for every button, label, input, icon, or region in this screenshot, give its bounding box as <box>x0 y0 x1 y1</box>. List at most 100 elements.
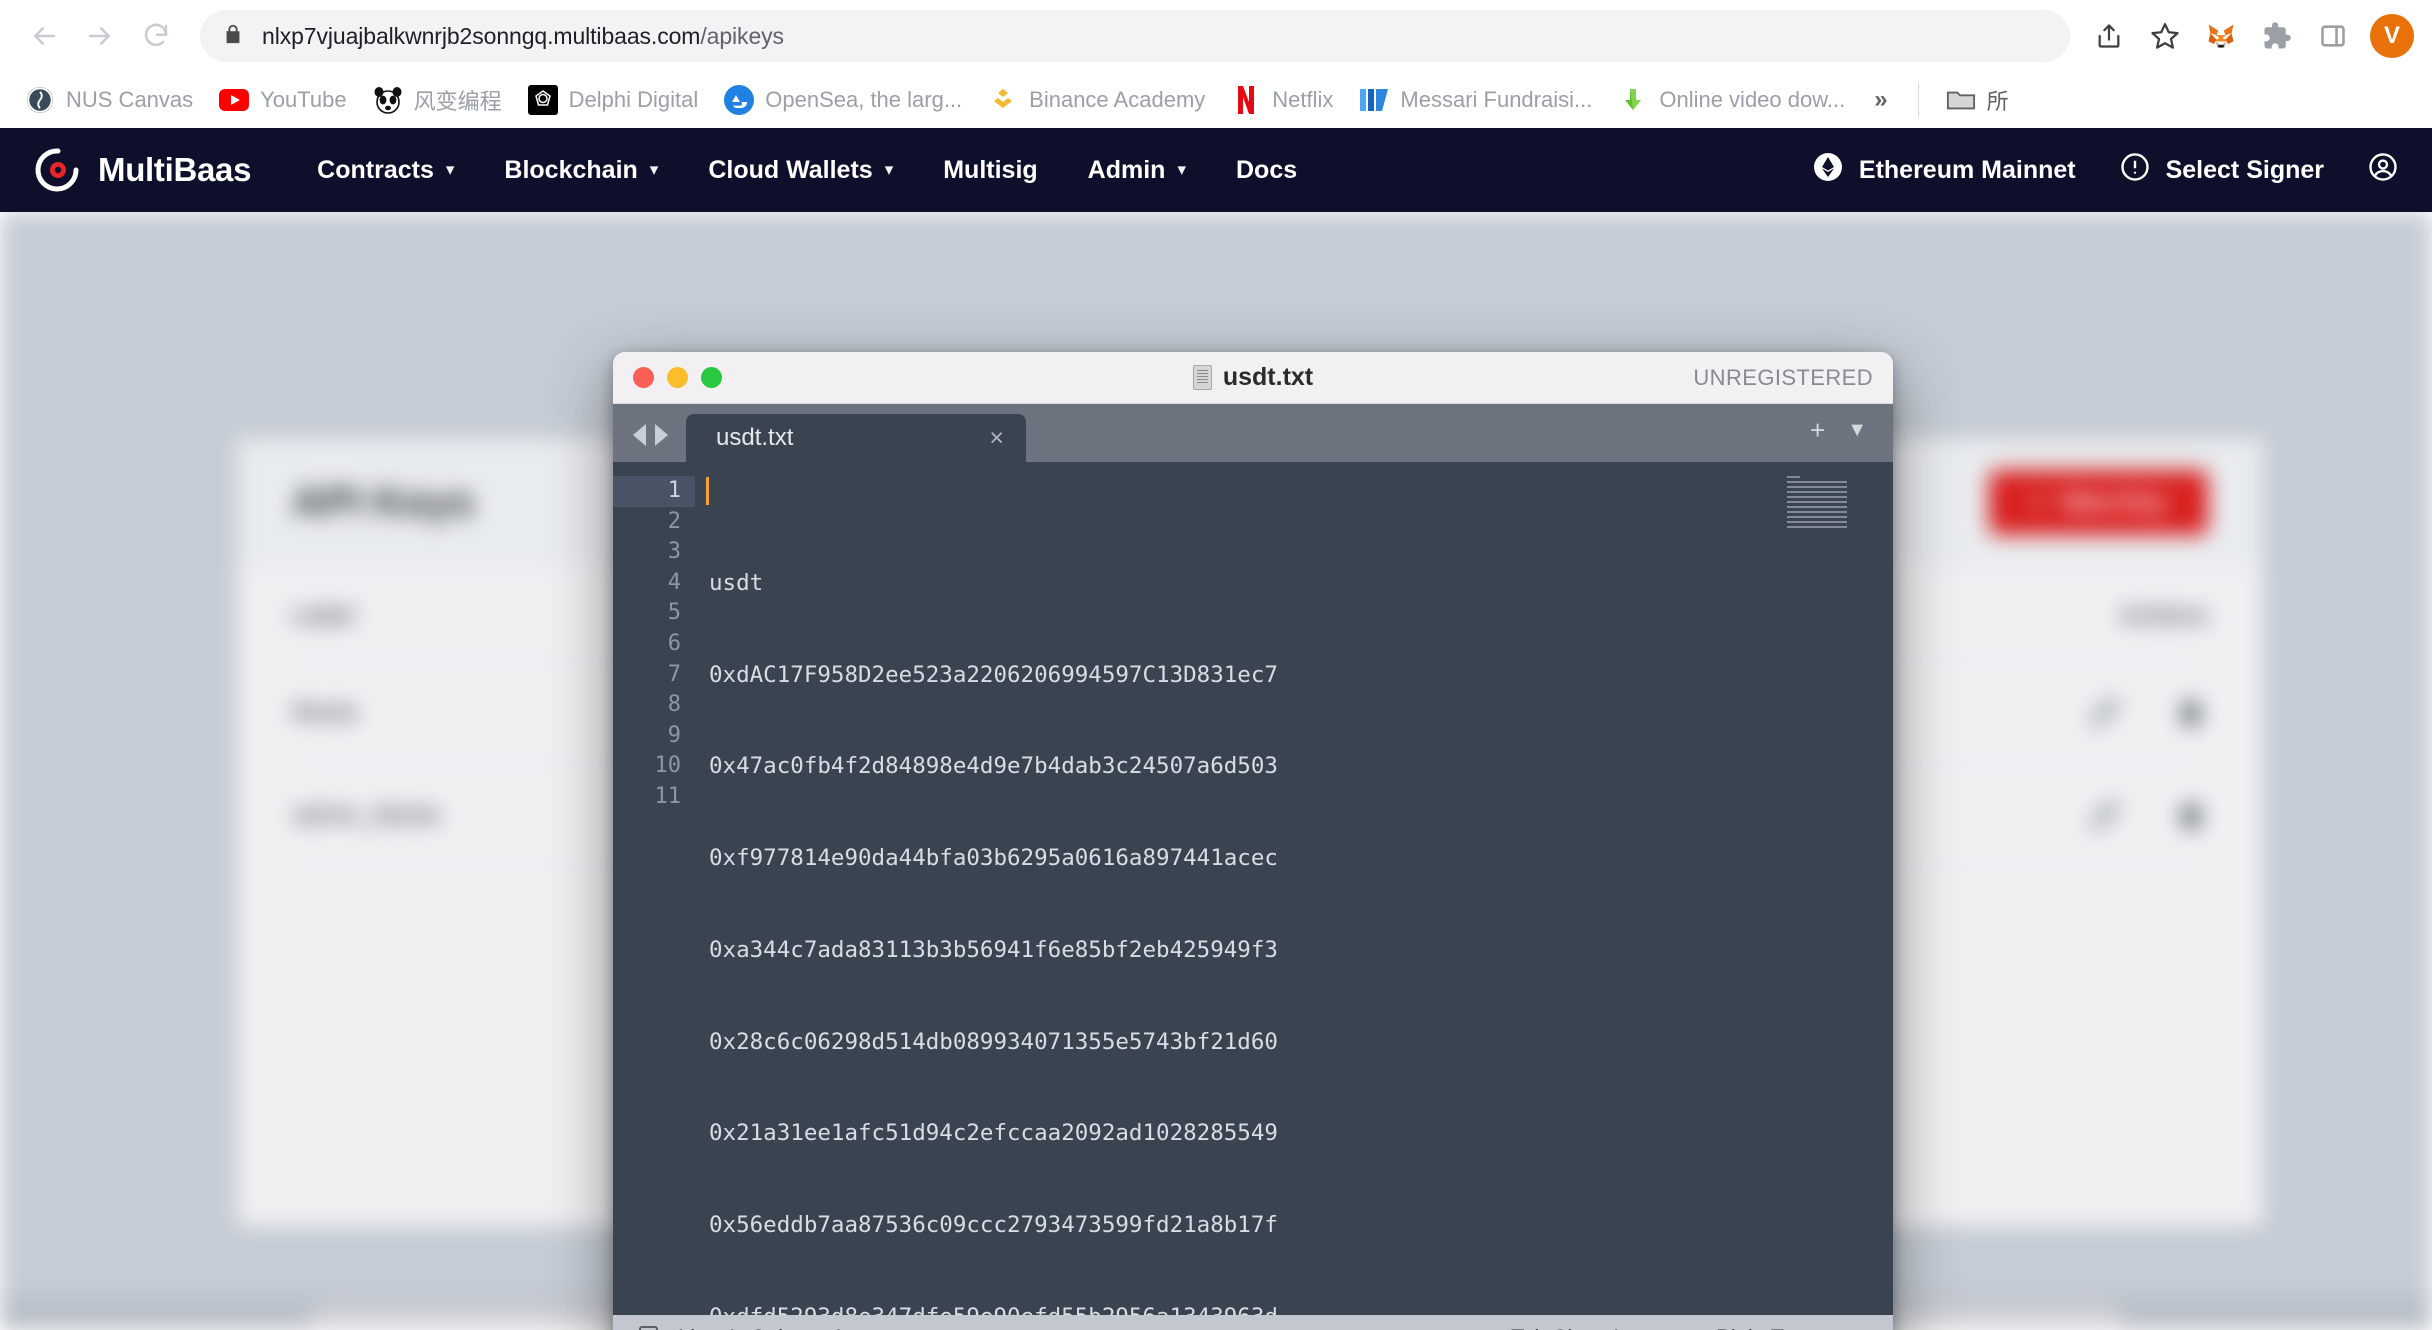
tab-size-setting[interactable]: Tab Size: 4 <box>1511 1325 1620 1330</box>
new-key-button[interactable]: + New Key <box>1989 469 2208 535</box>
tabbar-right-controls: + ▼ <box>1810 415 1893 462</box>
tab-navigation-arrows[interactable] <box>613 424 686 462</box>
code-line: 0x21a31ee1afc51d94c2efccaa2092ad10282855… <box>709 1120 1278 1147</box>
text-document-icon <box>1192 365 1212 390</box>
chevron-down-icon: ▾ <box>445 160 455 179</box>
bookmarks-overflow-button[interactable]: » <box>1860 82 1901 118</box>
puzzle-piece-icon[interactable] <box>2252 11 2302 61</box>
tab-next-arrow-icon[interactable] <box>655 424 668 446</box>
window-controls <box>633 367 722 388</box>
line-number: 3 <box>667 539 681 565</box>
line-number: 7 <box>667 661 681 687</box>
row-actions <box>1998 695 2208 729</box>
sublime-titlebar[interactable]: usdt.txt UNREGISTERED <box>613 352 1893 404</box>
bookmark-label: Online video dow... <box>1659 86 1846 112</box>
bookmark-label: 风变编程 <box>413 88 502 114</box>
maximize-window-button[interactable] <box>701 367 722 388</box>
plus-icon: + <box>2031 487 2046 516</box>
new-tab-icon[interactable]: + <box>1810 415 1825 446</box>
nav-item-blockchain[interactable]: Blockchain ▾ <box>504 156 658 185</box>
page-viewport: MultiBaas Contracts ▾ Blockchain ▾ Cloud W… <box>0 128 2432 1330</box>
canvas-globe-icon <box>25 85 55 115</box>
user-menu-button[interactable] <box>2368 152 2398 189</box>
minimap-line <box>1787 481 1847 483</box>
code-line: 0xa344c7ada83113b3b56941f6e85bf2eb425949… <box>709 936 1278 963</box>
star-icon[interactable] <box>2140 11 2190 61</box>
close-tab-icon[interactable]: × <box>989 424 1004 453</box>
profile-avatar[interactable]: V <box>2370 14 2414 58</box>
minimap-line <box>1787 506 1847 508</box>
url-path: /apikeys <box>700 22 784 49</box>
network-selector[interactable]: Ethereum Mainnet <box>1813 152 2076 189</box>
navbar-right: Ethereum Mainnet Select Signer <box>1787 152 2398 189</box>
reload-button[interactable] <box>130 10 182 62</box>
bookmark-online-video-download[interactable]: Online video dow... <box>1607 78 1856 122</box>
share-icon[interactable] <box>2084 11 2134 61</box>
delete-icon[interactable] <box>2174 798 2208 832</box>
minimize-window-button[interactable] <box>667 367 688 388</box>
code-line: 0xdfd5293d8e347dfe59e90efd55b2956a134396… <box>709 1302 1893 1315</box>
signer-selector[interactable]: Select Signer <box>2120 152 2324 189</box>
minimap-line <box>1787 526 1847 528</box>
delete-icon[interactable] <box>2174 695 2208 729</box>
forward-button[interactable] <box>74 10 126 62</box>
minimap-line <box>1787 476 1801 478</box>
delphi-icon <box>527 84 558 115</box>
code-line: usdt <box>709 569 764 596</box>
nav-item-cloud-wallets[interactable]: Cloud Wallets ▾ <box>708 156 893 185</box>
bookmark-delphi-digital[interactable]: Delphi Digital <box>517 78 710 122</box>
line-number: 6 <box>667 630 681 656</box>
line-number: 4 <box>667 569 681 595</box>
url-text: nlxp7vjuajbalkwnrjb2sonngq.multibaas.com… <box>262 23 784 50</box>
bookmarks-divider <box>1917 82 1919 117</box>
metamask-fox-icon[interactable] <box>2196 11 2246 61</box>
opensea-icon <box>724 84 755 115</box>
editor-minimap[interactable] <box>1787 476 1847 531</box>
bookmark-messari[interactable]: Messari Fundraisi... <box>1348 78 1603 122</box>
multibaas-navbar: MultiBaas Contracts ▾ Blockchain ▾ Cloud W… <box>0 128 2432 212</box>
edit-icon[interactable] <box>2088 695 2122 729</box>
nav-item-docs[interactable]: Docs <box>1236 156 1297 185</box>
nav-label: Admin <box>1087 155 1166 184</box>
code-line: 0x28c6c06298d514db089934071355e5743bf21d… <box>709 1028 1278 1055</box>
sublime-editor-area[interactable]: 1 2 3 4 5 6 7 8 9 10 11 usdt 0xdAC17F958… <box>613 462 1893 1315</box>
close-window-button[interactable] <box>633 367 654 388</box>
youtube-icon <box>219 85 250 115</box>
address-bar[interactable]: nlxp7vjuajbalkwnrjb2sonngq.multibaas.com… <box>200 10 2070 62</box>
bookmark-binance-academy[interactable]: Binance Academy <box>977 78 1216 122</box>
back-button[interactable] <box>18 10 70 62</box>
multibaas-logo[interactable]: MultiBaas <box>34 146 251 194</box>
signer-label: Select Signer <box>2165 155 2324 184</box>
line-number: 8 <box>667 692 681 718</box>
tab-prev-arrow-icon[interactable] <box>633 424 646 446</box>
bookmark-fengbian[interactable]: 风变编程 <box>362 77 513 123</box>
tab-menu-icon[interactable]: ▼ <box>1847 419 1867 442</box>
chevron-down-icon: ▾ <box>649 160 659 179</box>
tab-label: usdt.txt <box>716 424 794 451</box>
editor-tab-usdt[interactable]: usdt.txt × <box>686 414 1026 462</box>
nav-item-contracts[interactable]: Contracts ▾ <box>317 156 454 185</box>
edit-icon[interactable] <box>2088 798 2122 832</box>
bookmark-opensea[interactable]: OpenSea, the larg... <box>713 78 973 122</box>
bookmark-netflix[interactable]: Netflix <box>1220 78 1344 122</box>
bookmark-youtube[interactable]: YouTube <box>208 78 357 122</box>
binance-icon <box>988 85 1018 115</box>
bookmark-label: NUS Canvas <box>66 86 194 112</box>
other-bookmarks-folder[interactable]: 所 <box>1935 77 2020 123</box>
status-right-group: Tab Size: 4 Plain Text <box>1511 1325 1867 1330</box>
bookmark-label: Netflix <box>1272 86 1334 112</box>
window-title: usdt.txt <box>1222 363 1314 391</box>
row-actions <box>1998 798 2208 832</box>
folder-icon <box>1946 85 1976 115</box>
text-cursor <box>706 477 709 505</box>
code-content[interactable]: usdt 0xdAC17F958D2ee523a2206206994597C13… <box>695 462 1893 1315</box>
line-number: 5 <box>667 600 681 626</box>
sidebar-toggle-icon[interactable] <box>639 1325 658 1330</box>
side-panel-icon[interactable] <box>2308 11 2358 61</box>
network-label: Ethereum Mainnet <box>1858 155 2076 184</box>
page-title: API Keys <box>292 478 475 525</box>
nav-item-multisig[interactable]: Multisig <box>943 156 1037 185</box>
bookmark-nus-canvas[interactable]: NUS Canvas <box>14 78 204 122</box>
nav-item-admin[interactable]: Admin ▾ <box>1088 156 1186 185</box>
syntax-selector[interactable]: Plain Text <box>1716 1325 1811 1330</box>
